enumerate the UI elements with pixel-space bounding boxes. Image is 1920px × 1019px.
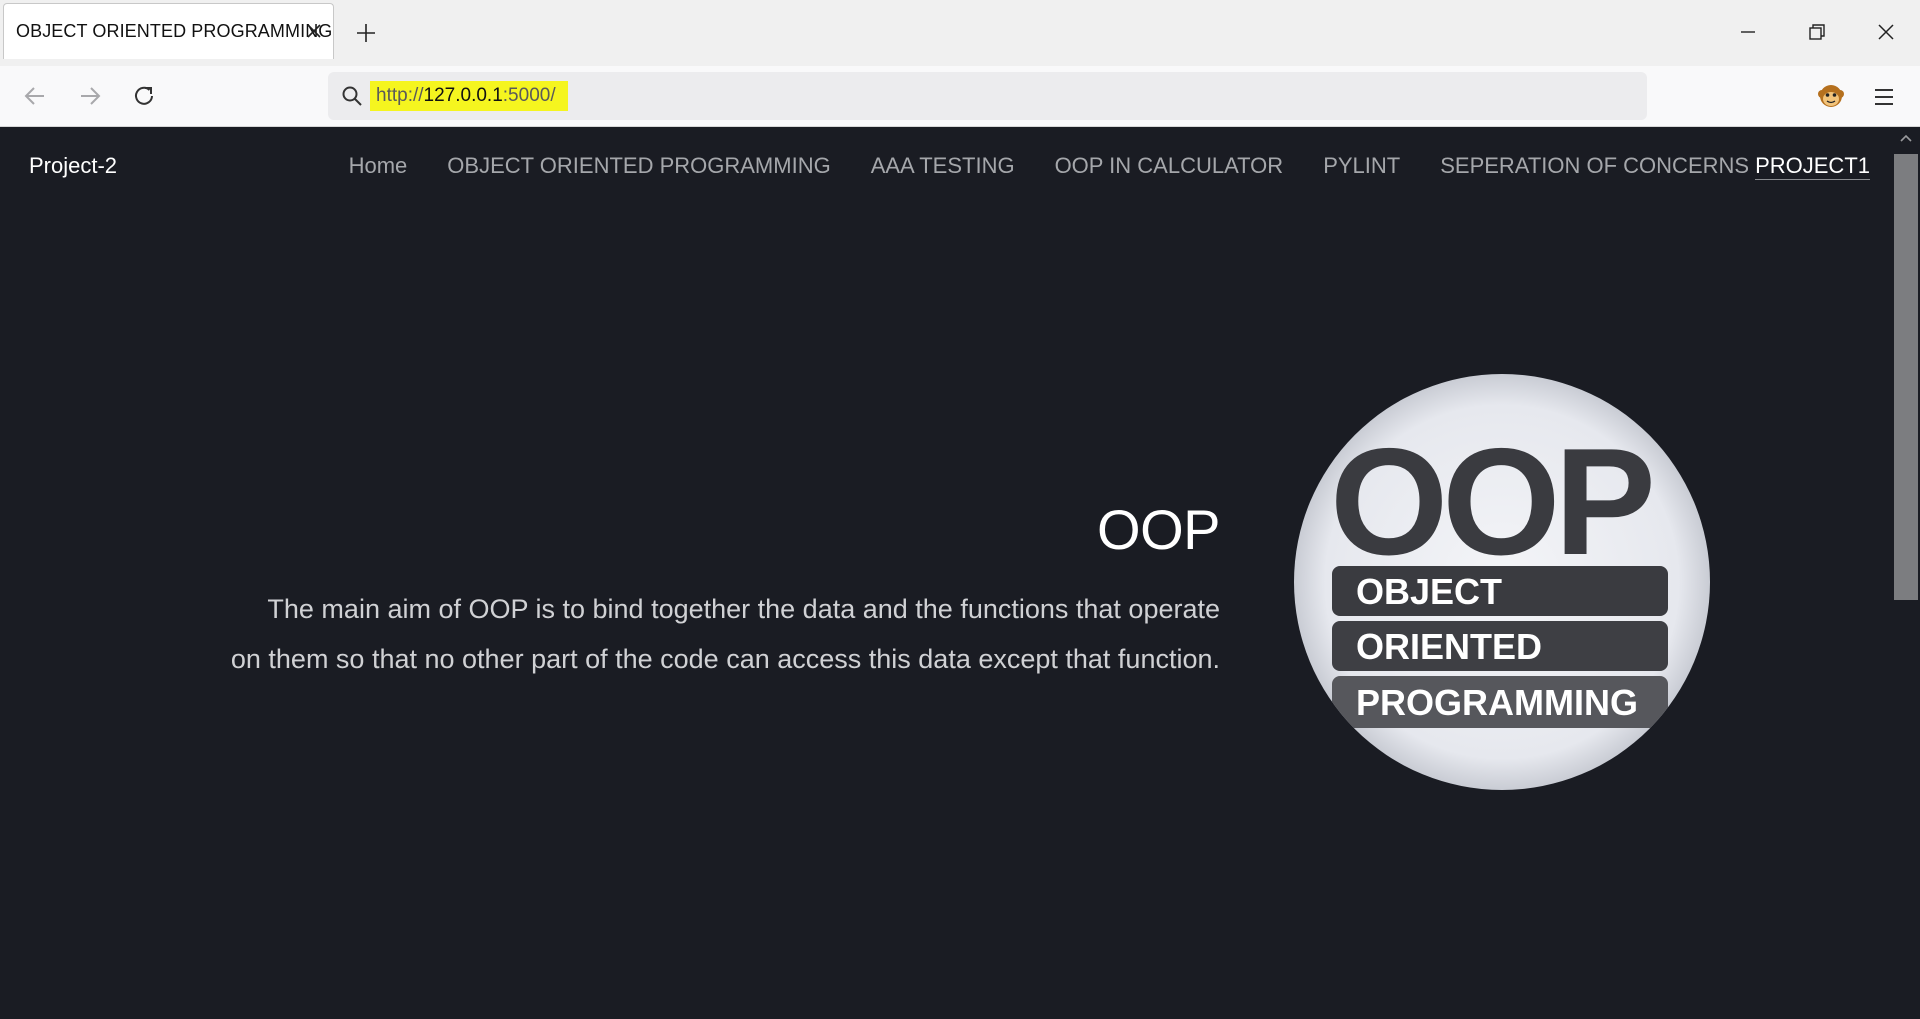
nav-link-oop-calculator[interactable]: OOP IN CALCULATOR <box>1055 153 1284 180</box>
scrollbar-thumb[interactable] <box>1894 154 1918 600</box>
search-icon <box>342 86 362 106</box>
minimize-icon[interactable] <box>1736 20 1760 44</box>
navbar-brand[interactable]: Project-2 <box>29 153 117 179</box>
forward-arrow-icon[interactable] <box>77 83 103 109</box>
nav-link-project1[interactable]: PROJECT1 <box>1755 153 1870 180</box>
oop-logo-image: OOP OBJECT ORIENTED PROGRAMMING <box>1294 374 1710 790</box>
logo-big-text: OOP <box>1330 417 1651 587</box>
tab-title: OBJECT ORIENTED PROGRAMMING <box>16 21 333 41</box>
url-scheme: http:// <box>376 85 424 106</box>
web-page: Project-2 Home OBJECT ORIENTED PROGRAMMI… <box>0 127 1920 1019</box>
nav-link-pylint[interactable]: PYLINT <box>1323 153 1400 180</box>
scroll-up-arrow-icon[interactable] <box>1898 130 1914 146</box>
url-host: 127.0.0.1 <box>423 85 503 106</box>
browser-toolbar: http://127.0.0.1:5000/ <box>0 66 1920 127</box>
browser-tab[interactable]: OBJECT ORIENTED PROGRAMMING <box>3 3 334 59</box>
hero-description-line-1: The main aim of OOP is to bind together … <box>267 594 1220 624</box>
back-arrow-icon[interactable] <box>22 83 48 109</box>
nav-link-oop[interactable]: OBJECT ORIENTED PROGRAMMING <box>447 153 830 180</box>
navbar-links: Home OBJECT ORIENTED PROGRAMMING AAA TES… <box>309 153 1870 180</box>
monkey-extension-icon[interactable] <box>1816 81 1846 111</box>
close-window-icon[interactable] <box>1874 20 1898 44</box>
hamburger-menu-icon[interactable] <box>1871 84 1897 110</box>
nav-link-aaa-testing[interactable]: AAA TESTING <box>871 153 1015 180</box>
hero-title: OOP <box>1097 498 1220 561</box>
hero-description-line-2: on them so that no other part of the cod… <box>230 644 1220 674</box>
address-bar[interactable]: http://127.0.0.1:5000/ <box>328 72 1647 120</box>
url-rest: :5000/ <box>502 85 556 106</box>
url-text[interactable]: http://127.0.0.1:5000/ <box>370 81 568 111</box>
logo-text-oriented: ORIENTED <box>1356 626 1542 667</box>
nav-link-home[interactable]: Home <box>349 153 408 180</box>
logo-text-object: OBJECT <box>1356 571 1502 612</box>
reload-icon[interactable] <box>131 83 157 109</box>
hero-description: The main aim of OOP is to bind together … <box>120 584 1220 684</box>
restore-icon[interactable] <box>1805 20 1829 44</box>
close-tab-icon[interactable] <box>305 22 323 40</box>
browser-tab-bar: OBJECT ORIENTED PROGRAMMING <box>0 0 1920 66</box>
logo-text-programming: PROGRAMMING <box>1356 682 1638 723</box>
nav-link-separation-of-concerns[interactable]: SEPERATION OF CONCERNS <box>1440 153 1749 180</box>
new-tab-icon[interactable] <box>354 21 378 45</box>
